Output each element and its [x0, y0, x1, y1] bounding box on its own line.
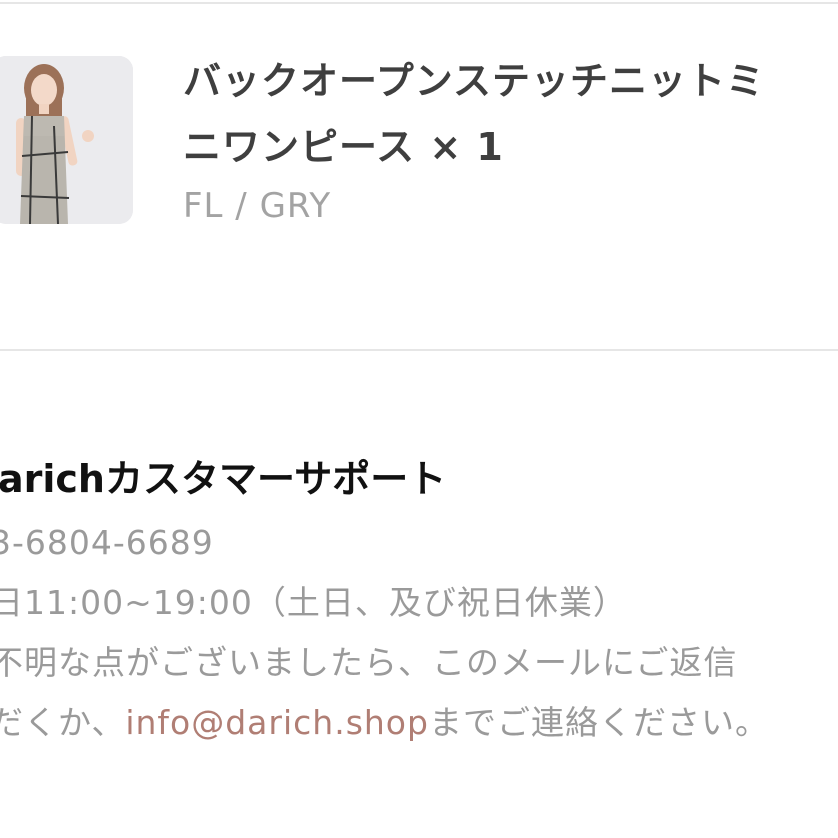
support-message-after-email: までご連絡ください。	[428, 703, 769, 742]
support-email-link[interactable]: info@darich.shop	[125, 703, 429, 742]
product-name-line1: バックオープンステッチニットミ	[183, 59, 765, 103]
order-email-view: バックオープンステッチニットミ ニワンピース × 1 FL / GRY aric…	[0, 0, 838, 838]
top-divider	[0, 2, 838, 4]
support-title: arichカスタマーサポート	[0, 457, 447, 501]
product-variant: FL / GRY	[183, 186, 332, 226]
dress-photo-icon	[0, 56, 133, 224]
support-hours: 日11:00~19:00（土日、及び祝日休業）	[0, 583, 627, 622]
product-thumbnail[interactable]	[0, 56, 133, 224]
support-message-before-email: だくか、	[0, 703, 126, 742]
support-message-line2: だくか、info@darich.shopまでご連絡ください。	[0, 698, 769, 748]
support-message-line1: 不明な点がございましたら、このメールにご返信	[0, 643, 738, 682]
product-name-line2: ニワンピース × 1	[183, 125, 504, 169]
product-name[interactable]: バックオープンステッチニットミ ニワンピース × 1	[183, 48, 838, 180]
section-divider	[0, 349, 838, 351]
support-phone[interactable]: 3-6804-6689	[0, 518, 214, 568]
